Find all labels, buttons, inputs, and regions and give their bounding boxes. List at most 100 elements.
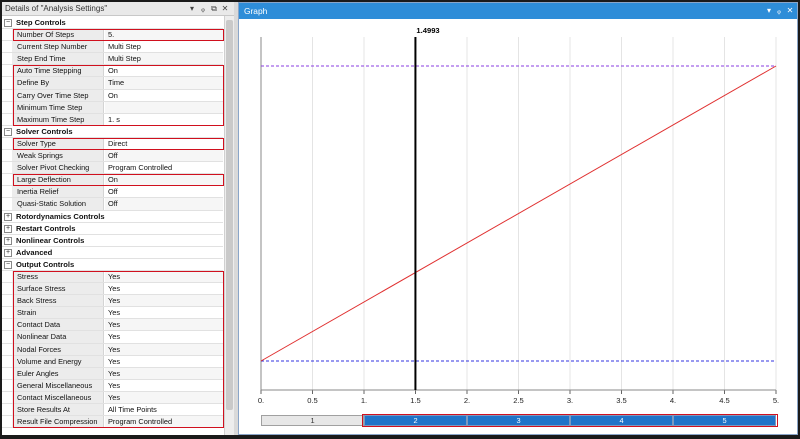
property-row[interactable]: Nonlinear Data Yes xyxy=(2,331,223,344)
property-row[interactable]: Euler Angles Yes xyxy=(2,367,223,380)
expand-icon[interactable]: + xyxy=(4,236,12,245)
property-value[interactable]: On xyxy=(105,90,223,101)
property-value[interactable]: Program Controlled xyxy=(105,162,223,173)
expand-icon[interactable]: + xyxy=(4,248,12,257)
property-value[interactable]: Yes xyxy=(105,283,223,294)
load-history-chart[interactable]: 0. 0.5 1. 1.5 2. 2.5 3. 3.5 4. 4.5 5. 1.4993 xyxy=(239,19,797,411)
property-value[interactable]: Yes xyxy=(105,331,223,342)
collapse-icon[interactable]: − xyxy=(4,19,12,27)
property-label: Weak Springs xyxy=(12,150,104,162)
property-row[interactable]: Volume and Energy Yes xyxy=(2,355,223,368)
category-row[interactable]: + Rotordynamics Controls xyxy=(2,210,223,223)
graph-plot-area[interactable]: 0. 0.5 1. 1.5 2. 2.5 3. 3.5 4. 4.5 5. 1.4993 12345 xyxy=(239,19,797,434)
property-value[interactable]: Yes xyxy=(105,295,223,307)
details-scrollbar[interactable] xyxy=(224,16,234,435)
property-value[interactable]: Yes xyxy=(105,356,223,367)
property-row[interactable]: Back Stress Yes xyxy=(2,295,223,308)
scrollbar-thumb[interactable] xyxy=(226,20,233,410)
pin-icon[interactable]: ᵩ xyxy=(774,5,784,16)
collapse-icon[interactable]: − xyxy=(4,260,12,269)
property-row[interactable]: Inertia Relief Off xyxy=(2,186,223,199)
property-row[interactable]: Solver Type Direct xyxy=(2,137,223,151)
property-value[interactable]: On xyxy=(105,65,223,76)
category-row[interactable]: − Output Controls xyxy=(2,258,223,271)
property-grid: − Step Controls Number Of Steps 5. Current S… xyxy=(2,17,223,429)
property-value[interactable]: Direct xyxy=(105,138,223,149)
property-value[interactable]: Off xyxy=(105,150,223,162)
timeline-step-1[interactable]: 1 xyxy=(261,415,364,426)
close-icon[interactable]: ✕ xyxy=(220,3,230,14)
property-row[interactable]: Current Step Number Multi Step xyxy=(2,41,223,54)
category-row[interactable]: − Solver Controls xyxy=(2,125,223,138)
graph-title-bar: Graph ▾ ᵩ ✕ xyxy=(239,3,797,19)
property-label: Nonlinear Data xyxy=(12,331,104,343)
property-value[interactable]: All Time Points xyxy=(105,404,223,415)
property-value[interactable]: Off xyxy=(105,186,223,197)
property-row[interactable]: Store Results At All Time Points xyxy=(2,404,223,417)
property-value[interactable]: Yes xyxy=(105,307,223,318)
property-label: Volume and Energy xyxy=(12,355,104,367)
property-label: Number Of Steps xyxy=(12,29,104,41)
x-tick-label: 3. xyxy=(567,396,573,405)
close-icon[interactable]: ✕ xyxy=(785,5,795,16)
property-row[interactable]: Strain Yes xyxy=(2,307,223,320)
category-label: Output Controls xyxy=(16,259,75,269)
property-value[interactable]: Off xyxy=(105,198,223,210)
property-row[interactable]: Nodal Forces Yes xyxy=(2,343,223,356)
x-tick-label: 4. xyxy=(670,396,676,405)
dropdown-icon[interactable]: ▾ xyxy=(187,3,197,14)
dropdown-icon[interactable]: ▾ xyxy=(764,5,774,16)
property-row[interactable]: Number Of Steps 5. xyxy=(2,29,223,42)
property-value[interactable]: On xyxy=(105,174,223,186)
collapse-icon[interactable]: − xyxy=(4,127,12,136)
property-label: Solver Type xyxy=(12,137,104,150)
property-value[interactable]: 5. xyxy=(105,29,223,41)
property-value[interactable]: Yes xyxy=(105,343,223,355)
category-row[interactable]: + Advanced xyxy=(2,246,223,259)
property-value[interactable]: Yes xyxy=(105,380,223,391)
property-value[interactable]: Multi Step xyxy=(105,53,223,65)
property-row[interactable]: Weak Springs Off xyxy=(2,150,223,163)
property-row[interactable]: Surface Stress Yes xyxy=(2,283,223,296)
property-row[interactable]: Quasi-Static Solution Off xyxy=(2,198,223,211)
property-value[interactable]: 1. s xyxy=(105,114,223,125)
property-row[interactable]: Define By Time xyxy=(2,77,223,90)
property-value[interactable]: Time xyxy=(105,77,223,89)
property-row[interactable]: Auto Time Stepping On xyxy=(2,65,223,78)
x-tick-label: 1. xyxy=(361,396,367,405)
property-row[interactable]: Solver Pivot Checking Program Controlled xyxy=(2,162,223,175)
property-row[interactable]: Step End Time Multi Step xyxy=(2,53,223,66)
property-row[interactable]: Contact Miscellaneous Yes xyxy=(2,391,223,404)
property-row[interactable]: Maximum Time Step 1. s xyxy=(2,113,223,126)
property-value[interactable]: Multi Step xyxy=(105,41,223,52)
property-row[interactable]: Result File Compression Program Controlle… xyxy=(2,416,223,429)
property-row[interactable]: Minimum Time Step xyxy=(2,101,223,114)
x-tick-label: 0.5 xyxy=(307,396,318,405)
pin-icon[interactable]: ᵩ xyxy=(198,3,208,14)
property-row[interactable]: Contact Data Yes xyxy=(2,319,223,332)
property-row[interactable]: General Miscellaneous Yes xyxy=(2,379,223,392)
property-row[interactable]: Stress Yes xyxy=(2,270,223,284)
property-row[interactable]: Carry Over Time Step On xyxy=(2,89,223,102)
expand-icon[interactable]: + xyxy=(4,224,12,233)
property-value[interactable]: Yes xyxy=(105,367,223,379)
property-value[interactable] xyxy=(105,101,223,113)
category-row[interactable]: − Step Controls xyxy=(2,17,223,30)
x-tick-label: 2.5 xyxy=(513,396,524,405)
float-window-icon[interactable]: ⧉ xyxy=(209,3,219,14)
property-value[interactable]: Program Controlled xyxy=(105,416,223,428)
category-label: Nonlinear Controls xyxy=(16,235,85,245)
details-title-bar: Details of "Analysis Settings" ▾ ᵩ ⧉ ✕ xyxy=(2,2,234,16)
category-row[interactable]: + Nonlinear Controls xyxy=(2,234,223,247)
property-value[interactable]: Yes xyxy=(105,319,223,331)
property-value[interactable]: Yes xyxy=(105,391,223,403)
category-row[interactable]: + Restart Controls xyxy=(2,222,223,235)
property-label: Contact Data xyxy=(12,319,104,331)
expand-icon[interactable]: + xyxy=(4,212,12,221)
details-title: Details of "Analysis Settings" xyxy=(5,4,108,13)
property-row[interactable]: Large Deflection On xyxy=(2,174,223,187)
property-value[interactable]: Yes xyxy=(105,270,223,283)
property-label: Quasi-Static Solution xyxy=(12,198,104,210)
x-tick-label: 5. xyxy=(773,396,779,405)
property-label: Stress xyxy=(12,270,104,283)
